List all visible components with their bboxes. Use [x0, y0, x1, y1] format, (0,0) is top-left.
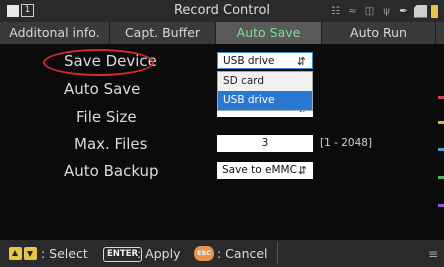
esc-key[interactable]: ESC	[194, 246, 214, 261]
tab-auto-save[interactable]: Auto Save	[216, 22, 322, 44]
usb-icon: ψ	[383, 5, 390, 17]
auto-backup-select[interactable]: Save to eMMC ⇵	[217, 162, 313, 179]
lan-icon: ◫	[364, 5, 375, 17]
title-bar: 1 Record Control ☷ ≈ ◫ ψ ✒	[0, 0, 444, 22]
tab-additional-info[interactable]: Additonal info.	[0, 22, 110, 44]
bottom-divider	[277, 242, 278, 265]
down-arrow-key-icon[interactable]	[24, 247, 37, 260]
network-icon: ☷	[331, 5, 340, 17]
max-files-label: Max. Files	[74, 135, 148, 153]
sd-card-icon	[414, 4, 427, 18]
tab-bar: Additonal info. Capt. Buffer Auto Save A…	[0, 22, 444, 44]
bottom-bar: : Select ENTER : Apply ESC : Cancel ≡	[0, 240, 444, 267]
tab-auto-run[interactable]: Auto Run	[322, 22, 436, 44]
auto-save-label: Auto Save	[64, 80, 141, 98]
wifi-icon: ≈	[348, 5, 357, 17]
status-icons: ☷ ≈ ◫ ψ ✒	[329, 4, 438, 18]
battery-icon	[431, 4, 438, 18]
updown-icon: ⇵	[297, 164, 307, 177]
up-arrow-key-icon[interactable]	[9, 247, 22, 260]
auto-backup-value: Save to eMMC	[222, 164, 297, 176]
apply-hint: : Apply	[137, 246, 181, 261]
settings-panel: Save Device Auto Save File Size Max. Fil…	[0, 44, 444, 240]
save-device-dropdown: SD card USB drive	[217, 71, 313, 111]
pen-icon: ✒	[399, 5, 408, 17]
tab-bar-end	[436, 22, 444, 44]
auto-backup-label: Auto Backup	[64, 162, 159, 180]
edge-markers	[438, 96, 444, 236]
dropdown-option-usb-drive[interactable]: USB drive	[218, 91, 312, 110]
file-size-label: File Size	[76, 108, 137, 126]
select-hint: : Select	[41, 246, 88, 261]
save-device-value: USB drive	[223, 55, 275, 67]
dropdown-option-sd-card[interactable]: SD card	[218, 72, 312, 91]
cancel-hint: : Cancel	[217, 246, 268, 261]
updown-icon: ⇵	[296, 55, 306, 68]
max-files-input[interactable]: 3	[217, 135, 313, 152]
menu-icon[interactable]: ≡	[428, 247, 438, 261]
max-files-range: [1 - 2048]	[320, 137, 373, 149]
tab-capt-buffer[interactable]: Capt. Buffer	[110, 22, 216, 44]
save-device-select[interactable]: USB drive ⇵	[217, 52, 313, 69]
highlight-ring	[43, 49, 154, 76]
